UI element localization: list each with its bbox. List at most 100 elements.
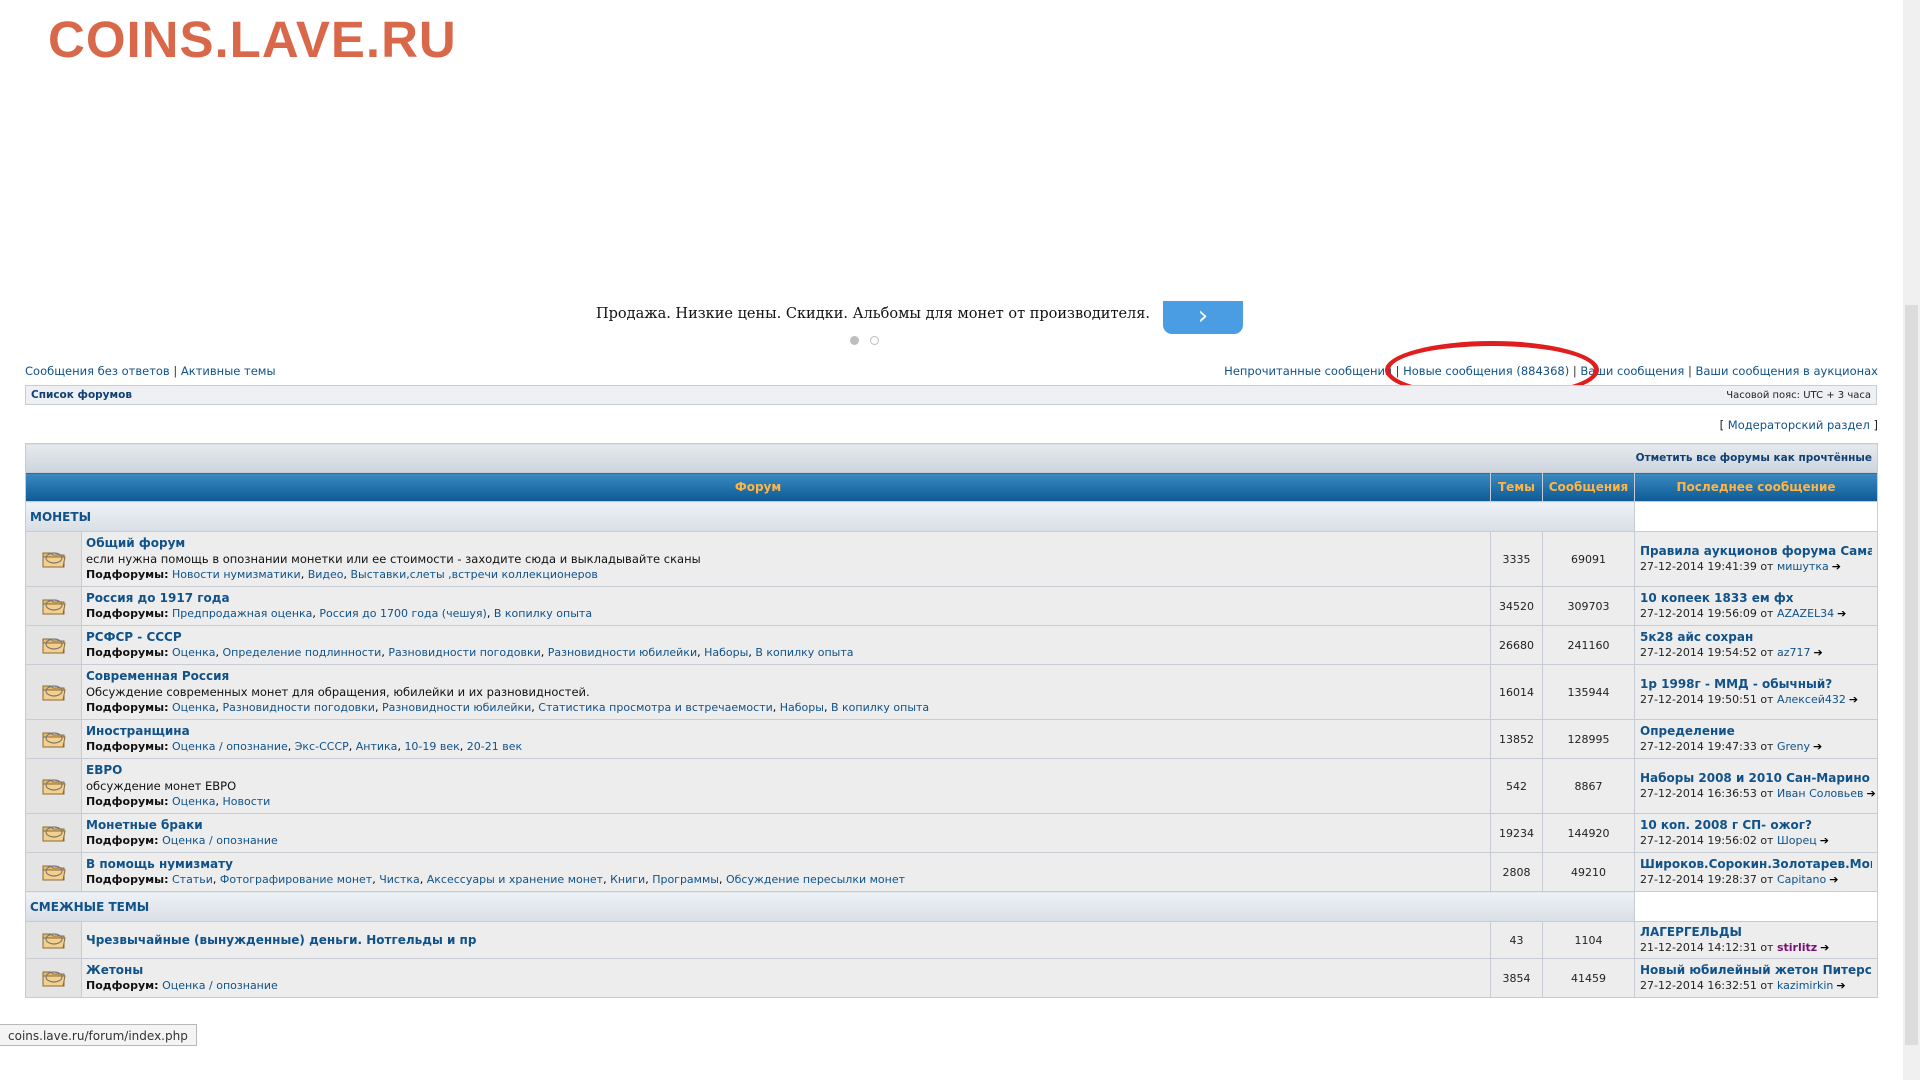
category-title[interactable]: СМЕЖНЫЕ ТЕМЫ bbox=[25, 891, 1635, 922]
subforum-link[interactable]: 10-19 век bbox=[404, 740, 459, 753]
subforum-link[interactable]: Чистка bbox=[379, 873, 420, 886]
subforum-link[interactable]: Программы bbox=[652, 873, 719, 886]
subforum-link[interactable]: Наборы bbox=[704, 646, 748, 659]
last-post-topic-link[interactable]: Широков.Сорокин.Золотарев.Монеты... bbox=[1640, 857, 1872, 872]
last-post-author-link[interactable]: kazimirkin bbox=[1777, 979, 1833, 992]
subforums-line: Подфорумы: Статьи, Фотографирование моне… bbox=[86, 872, 1486, 888]
subforum-link[interactable]: Россия до 1700 года (чешуя) bbox=[319, 607, 486, 620]
topics-count: 34520 bbox=[1490, 586, 1543, 626]
subforum-link[interactable]: Книги bbox=[610, 873, 645, 886]
subforum-link[interactable]: Разновидности юбилейки bbox=[548, 646, 697, 659]
last-post-topic-link[interactable]: 1р 1998г - ММД - обычный? bbox=[1640, 677, 1872, 692]
subforum-link[interactable]: Оценка bbox=[172, 795, 216, 808]
last-post-author-link[interactable]: az717 bbox=[1777, 646, 1811, 659]
goto-last-post-icon[interactable]: ➔ bbox=[1849, 692, 1858, 707]
goto-last-post-icon[interactable]: ➔ bbox=[1820, 940, 1829, 955]
forum-title-link[interactable]: Россия до 1917 года bbox=[86, 590, 1486, 606]
subforum-link[interactable]: Статистика просмотра и встречаемости bbox=[538, 701, 772, 714]
goto-last-post-icon[interactable]: ➔ bbox=[1829, 872, 1838, 887]
subforum-link[interactable]: Разновидности юбилейки bbox=[382, 701, 531, 714]
active-topics-link[interactable]: Активные темы bbox=[181, 364, 276, 378]
subforum-link[interactable]: 20-21 век bbox=[467, 740, 522, 753]
forum-title-link[interactable]: Иностранщина bbox=[86, 723, 1486, 739]
subforum-link[interactable]: Аксессуары и хранение монет bbox=[427, 873, 603, 886]
last-post-topic-link[interactable]: 10 коп. 2008 г СП- ожог? bbox=[1640, 818, 1872, 833]
last-post-date: 27-12-2014 19:28:37 bbox=[1640, 873, 1757, 886]
topics-count: 2808 bbox=[1490, 852, 1543, 892]
forum-title-link[interactable]: РСФСР - СССР bbox=[86, 629, 1486, 645]
last-post-cell: Правила аукционов форума Самара ...27-12… bbox=[1633, 531, 1879, 587]
carousel-dot[interactable] bbox=[870, 336, 879, 345]
subforum-link[interactable]: Экс-СССР bbox=[295, 740, 349, 753]
subforum-link[interactable]: Видео bbox=[308, 568, 344, 581]
goto-last-post-icon[interactable]: ➔ bbox=[1832, 559, 1841, 574]
subforum-link[interactable]: Новости bbox=[223, 795, 271, 808]
goto-last-post-icon[interactable]: ➔ bbox=[1837, 606, 1846, 621]
subforum-link[interactable]: В копилку опыта bbox=[494, 607, 592, 620]
last-post-author-link[interactable]: AZAZEL34 bbox=[1777, 607, 1834, 620]
forum-title-link[interactable]: Монетные браки bbox=[86, 817, 1486, 833]
forum-list-body: Отметить все форумы как прочтённые Форум… bbox=[24, 443, 1879, 998]
mark-all-read-link[interactable]: Отметить все форумы как прочтённые bbox=[1636, 452, 1872, 464]
breadcrumb-forum-index[interactable]: Список форумов bbox=[31, 389, 132, 401]
subforum-link[interactable]: Оценка bbox=[172, 701, 216, 714]
last-post-author-link[interactable]: Шорец bbox=[1777, 834, 1817, 847]
unread-posts-link[interactable]: Непрочитанные сообщения bbox=[1224, 364, 1392, 378]
forum-title-link[interactable]: Общий форум bbox=[86, 535, 1486, 551]
subforum-link[interactable]: Фотографирование монет bbox=[220, 873, 372, 886]
last-post-topic-link[interactable]: Наборы 2008 и 2010 Сан-Марино bbox=[1640, 771, 1872, 786]
goto-last-post-icon[interactable]: ➔ bbox=[1820, 833, 1829, 848]
subforum-link[interactable]: Оценка / опознание bbox=[172, 740, 288, 753]
forum-title-link[interactable]: Чрезвычайные (вынужденные) деньги. Нотге… bbox=[86, 932, 1486, 948]
subforum-link[interactable]: Статьи bbox=[172, 873, 213, 886]
subforum-link[interactable]: Разновидности погодовки bbox=[223, 701, 375, 714]
forum-title-link[interactable]: Современная Россия bbox=[86, 668, 1486, 684]
subforum-link[interactable]: Наборы bbox=[780, 701, 824, 714]
goto-last-post-icon[interactable]: ➔ bbox=[1836, 978, 1845, 993]
last-post-topic-link[interactable]: Новый юбилейный жетон Питерского... bbox=[1640, 963, 1872, 978]
last-post-topic-link[interactable]: 10 копеек 1833 ем фх bbox=[1640, 591, 1872, 606]
goto-last-post-icon[interactable]: ➔ bbox=[1813, 739, 1822, 754]
subforum-link[interactable]: Оценка bbox=[172, 646, 216, 659]
last-post-topic-link[interactable]: Правила аукционов форума Самара ... bbox=[1640, 544, 1872, 559]
goto-last-post-icon[interactable]: ➔ bbox=[1813, 645, 1822, 660]
forum-title-link[interactable]: В помощь нумизмату bbox=[86, 856, 1486, 872]
subforum-link[interactable]: Разновидности погодовки bbox=[388, 646, 540, 659]
last-post-author-link[interactable]: Алексей432 bbox=[1777, 693, 1846, 706]
header-topics: Темы bbox=[1490, 472, 1543, 502]
subforum-link[interactable]: В копилку опыта bbox=[831, 701, 929, 714]
goto-last-post-icon[interactable]: ➔ bbox=[1867, 786, 1876, 801]
breadcrumb-bar: Список форумов Часовой пояс: UTC + 3 час… bbox=[25, 385, 1877, 405]
category-spacer bbox=[1633, 891, 1879, 922]
forum-title-link[interactable]: ЕВРО bbox=[86, 762, 1486, 778]
your-auction-posts-link[interactable]: Ваши сообщения в аукционах bbox=[1696, 364, 1879, 378]
carousel-dot-active[interactable] bbox=[850, 336, 859, 345]
last-post-topic-link[interactable]: Определение bbox=[1640, 724, 1872, 739]
subforums-line: Подфорумы: Оценка, Разновидности погодов… bbox=[86, 700, 1486, 716]
moderator-section-link[interactable]: Модераторский раздел bbox=[1728, 418, 1870, 432]
ad-next-button[interactable]: › bbox=[1163, 301, 1243, 334]
scrollbar-thumb[interactable] bbox=[1905, 305, 1918, 1045]
forum-title-link[interactable]: Жетоны bbox=[86, 962, 1486, 978]
last-post-topic-link[interactable]: ЛАГЕРГЕЛЬДЫ bbox=[1640, 925, 1872, 940]
last-post-author-link[interactable]: Capitano bbox=[1777, 873, 1826, 886]
last-post-author-link[interactable]: stirlitz bbox=[1777, 941, 1817, 954]
unanswered-posts-link[interactable]: Сообщения без ответов bbox=[25, 364, 170, 378]
category-title[interactable]: МОНЕТЫ bbox=[25, 501, 1635, 532]
subforum-link[interactable]: Определение подлинности bbox=[223, 646, 382, 659]
subforum-link[interactable]: Оценка / опознание bbox=[162, 979, 278, 992]
subforum-link[interactable]: Выставки,слеты ,встречи коллекционеров bbox=[351, 568, 598, 581]
subforum-link[interactable]: Оценка / опознание bbox=[162, 834, 278, 847]
ad-banner-text[interactable]: Продажа. Низкие цены. Скидки. Альбомы дл… bbox=[596, 306, 1150, 322]
subforum-link[interactable]: Новости нумизматики bbox=[172, 568, 301, 581]
last-post-author-link[interactable]: мишутка bbox=[1777, 560, 1829, 573]
last-post-author-link[interactable]: Greny bbox=[1777, 740, 1810, 753]
subforum-link[interactable]: В копилку опыта bbox=[755, 646, 853, 659]
subforum-link[interactable]: Антика bbox=[356, 740, 398, 753]
last-post-topic-link[interactable]: 5к28 айс сохран bbox=[1640, 630, 1872, 645]
last-post-author-link[interactable]: Иван Соловьев bbox=[1777, 787, 1864, 800]
header-last-post: Последнее сообщение bbox=[1633, 472, 1879, 502]
subforum-link[interactable]: Обсуждение пересылки монет bbox=[726, 873, 905, 886]
subforum-link[interactable]: Предпродажная оценка bbox=[172, 607, 312, 620]
last-post-meta: 27-12-2014 19:28:37 от Capitano ➔ bbox=[1640, 872, 1872, 887]
